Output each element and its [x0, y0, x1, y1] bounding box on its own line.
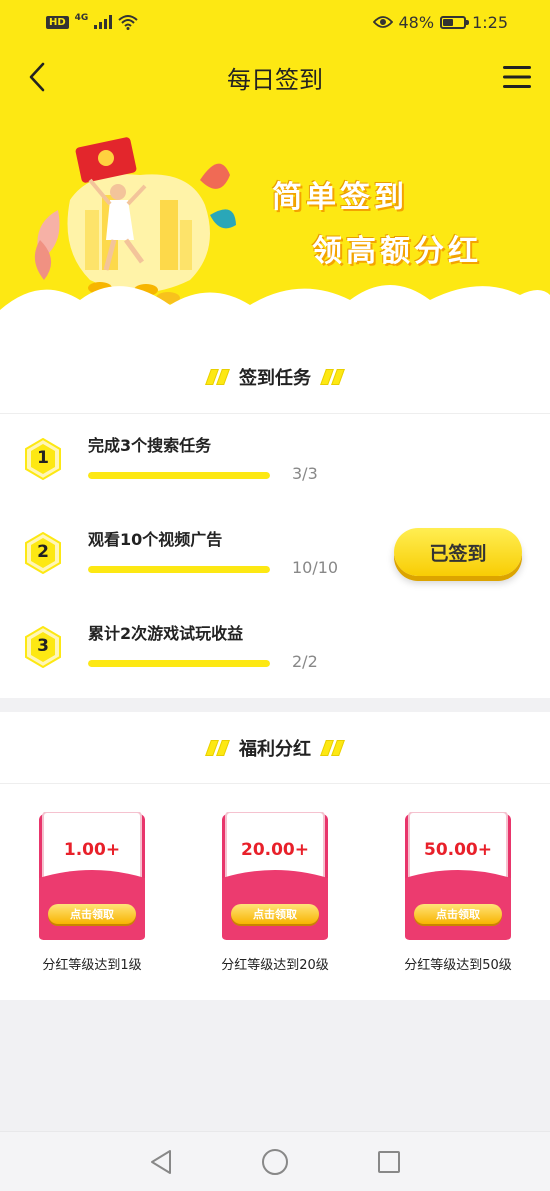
system-home-button[interactable]: [261, 1148, 289, 1176]
claim-button[interactable]: 点击领取: [231, 904, 319, 924]
decor-slashes-icon: [320, 368, 345, 385]
bonus-card: 福利分红 1.00+ 点击领取 分红等级达到1级 20.00+ 点击领取 分红等…: [0, 712, 550, 1000]
task-number: 1: [37, 448, 49, 468]
bonus-amount: 50.00+: [423, 840, 493, 860]
task-progress-fill: [88, 472, 270, 479]
network-type: 4G: [74, 13, 89, 23]
system-back-button[interactable]: [147, 1148, 175, 1176]
battery-percent: 48%: [398, 12, 435, 32]
task-label: 观看10个视频广告: [88, 530, 223, 549]
banner-headline: 简单签到: [272, 180, 408, 215]
task-card: 签到任务 1 完成3个搜索任务 3/3 2 观看10个视频广告 10/10 已签…: [0, 340, 550, 698]
bonus-item[interactable]: 1.00+ 点击领取 分红等级达到1级: [20, 812, 180, 982]
page-title: 每日签到: [227, 65, 323, 94]
banner-subheadline: 领高额分红: [312, 234, 482, 269]
task-progress-bar: [88, 660, 270, 667]
task-progress-text: 10/10: [292, 558, 339, 577]
eye-comfort-icon: [372, 16, 393, 28]
signal-icon: [94, 15, 113, 29]
battery-icon: [440, 15, 470, 29]
bonus-section-title: 福利分红: [239, 738, 311, 760]
task-progress-text: 3/3: [292, 464, 318, 483]
task-label: 完成3个搜索任务: [88, 436, 212, 455]
system-nav-bar: [0, 1131, 550, 1191]
cloud-divider: [0, 285, 550, 350]
bonus-amount: 20.00+: [240, 840, 310, 860]
circle-home-icon: [262, 1148, 288, 1175]
system-recents-button[interactable]: [375, 1148, 403, 1176]
task-row: 1 完成3个搜索任务 3/3: [0, 414, 550, 508]
task-label: 累计2次游戏试玩收益: [88, 624, 244, 643]
bonus-section-header: 福利分红: [0, 712, 550, 784]
hamburger-menu-icon: [503, 66, 531, 88]
clock: 1:25: [472, 12, 508, 32]
decor-slashes-icon: [205, 739, 230, 756]
bonus-label: 分红等级达到50级: [404, 958, 512, 973]
decor-slashes-icon: [205, 368, 230, 385]
bonus-amount: 1.00+: [63, 840, 121, 860]
battery-fill: [443, 18, 453, 26]
bonus-item[interactable]: 20.00+ 点击领取 分红等级达到20级: [203, 812, 363, 982]
task-number: 3: [37, 636, 49, 656]
tasks-section-header: 签到任务: [0, 340, 550, 414]
menu-button[interactable]: [500, 60, 534, 94]
banner: 简单签到 领高额分红: [0, 110, 550, 350]
signed-in-button[interactable]: 已签到: [394, 528, 522, 576]
task-number: 2: [37, 542, 49, 562]
task-row: 2 观看10个视频广告 10/10 已签到: [0, 508, 550, 602]
task-progress-fill: [88, 566, 270, 573]
chevron-left-icon: [29, 62, 45, 92]
wifi-icon: [118, 15, 138, 30]
square-recents-icon: [378, 1150, 400, 1173]
task-progress-text: 2/2: [292, 652, 318, 671]
status-bar: HD 4G 48% 1:25: [0, 0, 550, 44]
task-row: 3 累计2次游戏试玩收益 2/2: [0, 602, 550, 696]
task-progress-fill: [88, 660, 270, 667]
task-progress-bar: [88, 472, 270, 479]
tasks-section-title: 签到任务: [239, 367, 311, 389]
claim-button[interactable]: 点击领取: [414, 904, 502, 924]
back-button[interactable]: [20, 60, 54, 94]
claim-button[interactable]: 点击领取: [48, 904, 136, 924]
nav-bar: 每日签到: [0, 44, 550, 110]
status-right: 48% 1:25: [372, 12, 508, 32]
hd-badge: HD: [46, 15, 69, 29]
triangle-back-icon: [151, 1149, 171, 1174]
decor-slashes-icon: [320, 739, 345, 756]
bonus-item[interactable]: 50.00+ 点击领取 分红等级达到50级: [386, 812, 546, 982]
bonus-label: 分红等级达到1级: [42, 958, 142, 973]
task-progress-bar: [88, 566, 270, 573]
bonus-label: 分红等级达到20级: [221, 958, 329, 973]
status-left: HD 4G: [46, 13, 138, 31]
